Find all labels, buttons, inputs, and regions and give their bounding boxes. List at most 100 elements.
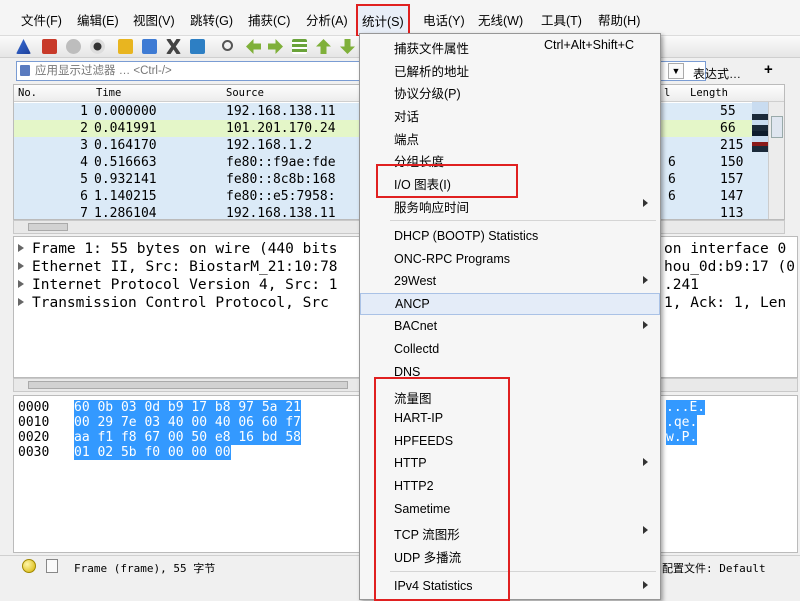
shark-fin-start-icon[interactable] [16, 39, 31, 54]
menu-telephony[interactable]: 电话(Y) [420, 9, 468, 30]
last-packet-icon[interactable] [340, 39, 355, 54]
detail-tcp[interactable]: Transmission Control Protocol, Src 1, Ack… [18, 295, 786, 311]
packet-cell-time: 0.041991 [94, 121, 157, 136]
statistics-dropdown-menu: 捕获文件属性 Ctrl+Alt+Shift+C 已解析的地址 协议分级(P) 对话… [359, 33, 661, 601]
packet-cell-time: 0.516663 [94, 155, 157, 170]
go-to-packet-icon[interactable] [292, 39, 307, 54]
menu-wireless[interactable]: 无线(W) [475, 9, 526, 30]
menu-item-collectd[interactable]: Collectd [360, 339, 660, 361]
col-header-protocol[interactable]: l [664, 87, 670, 99]
packet-cell-source: fe80::8c8b:168 [226, 172, 336, 187]
close-file-icon[interactable] [166, 39, 181, 54]
submenu-arrow-icon [643, 581, 648, 589]
packet-cell-no: 5 [80, 172, 88, 187]
reload-file-icon[interactable] [190, 39, 205, 54]
expert-info-icon[interactable] [22, 559, 36, 573]
find-packet-icon[interactable] [222, 40, 233, 51]
menu-item-sametime[interactable]: Sametime [360, 499, 660, 521]
packet-list-vscroll[interactable] [768, 102, 784, 219]
menu-item-onc-rpc-programs[interactable]: ONC-RPC Programs [360, 249, 660, 271]
restart-capture-icon[interactable] [66, 39, 81, 54]
add-filter-button[interactable]: + [764, 61, 773, 78]
menu-capture[interactable]: 捕获(C) [245, 9, 293, 30]
menu-item-packet-lengths[interactable]: 分组长度 [360, 148, 660, 170]
menu-item-hpfeeds[interactable]: HPFEEDS [360, 431, 660, 453]
packet-cell-length: 113 [720, 206, 744, 220]
expand-arrow-icon[interactable] [18, 244, 24, 252]
menu-item-io-graph[interactable]: I/O 图表(I) [360, 171, 660, 193]
packet-cell-length: 66 [720, 121, 736, 136]
menu-item-protocol-hierarchy[interactable]: 协议分级(P) [360, 80, 660, 102]
hex-row[interactable]: 0000 60 0b 03 0d b9 17 b8 97 5a 21 ...E. [18, 400, 706, 415]
detail-ip[interactable]: Internet Protocol Version 4, Src: 1.241 [18, 277, 699, 293]
packet-cell-time: 0.164170 [94, 138, 157, 153]
detail-frame[interactable]: Frame 1: 55 bytes on wire (440 bits on in… [18, 241, 786, 257]
packet-cell-length: 147 [720, 189, 744, 204]
submenu-arrow-icon [643, 199, 648, 207]
filter-dropdown-icon[interactable]: ▼ [668, 63, 684, 79]
hscroll-thumb[interactable] [28, 381, 348, 389]
hex-row[interactable]: 0030 01 02 5b f0 00 00 00 [18, 445, 231, 460]
menu-item-bacnet[interactable]: BACnet [360, 316, 660, 338]
menu-tools[interactable]: 工具(T) [538, 9, 585, 30]
packet-cell-no: 4 [80, 155, 88, 170]
col-header-time[interactable]: Time [96, 87, 121, 99]
expression-button[interactable]: 表达式… [693, 65, 741, 82]
hex-row[interactable]: 0020 aa f1 f8 67 00 50 e8 16 bd 58 w.P. [18, 430, 698, 445]
detail-ethernet[interactable]: Ethernet II, Src: BiostarM_21:10:78 hou_0… [18, 259, 795, 275]
menu-file[interactable]: 文件(F) [18, 9, 65, 30]
expand-arrow-icon[interactable] [18, 298, 24, 306]
open-file-icon[interactable] [118, 39, 133, 54]
packet-cell-proto-tail: 6 [668, 172, 676, 187]
hex-row[interactable]: 0010 00 29 7e 03 40 00 40 06 60 f7 .qe. [18, 415, 698, 430]
menu-item-conversations[interactable]: 对话 [360, 103, 660, 125]
submenu-arrow-icon [643, 458, 648, 466]
menu-item-service-response-time[interactable]: 服务响应时间 [360, 194, 660, 216]
packet-minimap [752, 102, 768, 219]
expand-arrow-icon[interactable] [18, 262, 24, 270]
vscroll-thumb[interactable] [771, 116, 783, 138]
menu-item-29west[interactable]: 29West [360, 271, 660, 293]
menu-item-http2[interactable]: HTTP2 [360, 476, 660, 498]
go-back-icon[interactable] [246, 39, 261, 54]
packet-cell-time: 1.286104 [94, 206, 157, 220]
menu-help[interactable]: 帮助(H) [595, 9, 643, 30]
packet-cell-no: 1 [80, 104, 88, 119]
menu-item-resolved-addresses[interactable]: 已解析的地址 [360, 58, 660, 80]
menu-item-capture-file-properties[interactable]: 捕获文件属性 Ctrl+Alt+Shift+C [360, 35, 660, 57]
menu-item-tcp-stream-graphs[interactable]: TCP 流图形 [360, 521, 660, 543]
expand-arrow-icon[interactable] [18, 280, 24, 288]
save-file-icon[interactable] [142, 39, 157, 54]
capture-options-icon[interactable] [90, 39, 105, 54]
menu-item-endpoints[interactable]: 端点 [360, 126, 660, 148]
edit-comment-icon[interactable] [46, 559, 58, 573]
menu-item-flow-graph[interactable]: 流量图 [360, 385, 660, 407]
packet-cell-proto-tail: 6 [668, 155, 676, 170]
menu-analyze[interactable]: 分析(A) [303, 9, 351, 30]
first-packet-icon[interactable] [316, 39, 331, 54]
menu-item-hart-ip[interactable]: HART-IP [360, 408, 660, 430]
bookmark-filter-icon[interactable] [20, 65, 30, 76]
go-forward-icon[interactable] [268, 39, 283, 54]
menu-edit[interactable]: 编辑(E) [74, 9, 122, 30]
hscroll-thumb[interactable] [28, 223, 68, 231]
col-header-length[interactable]: Length [690, 87, 728, 99]
packet-cell-time: 0.932141 [94, 172, 157, 187]
menu-item-http[interactable]: HTTP [360, 453, 660, 475]
menu-go[interactable]: 跳转(G) [187, 9, 236, 30]
menu-item-ancp[interactable]: ANCP [360, 293, 660, 315]
menu-item-dhcp-statistics[interactable]: DHCP (BOOTP) Statistics [360, 226, 660, 248]
packet-cell-time: 0.000000 [94, 104, 157, 119]
stop-capture-icon[interactable] [42, 39, 57, 54]
menu-item-dns[interactable]: DNS [360, 362, 660, 384]
menu-separator [390, 220, 656, 221]
col-header-no[interactable]: No. [18, 87, 37, 99]
menu-bar: 文件(F) 编辑(E) 视图(V) 跳转(G) 捕获(C) 分析(A) 统计(S… [0, 0, 800, 37]
menu-view[interactable]: 视图(V) [130, 9, 178, 30]
col-header-source[interactable]: Source [226, 87, 264, 99]
menu-item-ipv4-statistics[interactable]: IPv4 Statistics [360, 576, 660, 598]
status-profile[interactable]: 配置文件: Default [662, 560, 766, 576]
submenu-arrow-icon [643, 526, 648, 534]
menu-item-udp-multicast-streams[interactable]: UDP 多播流 [360, 544, 660, 566]
submenu-arrow-icon [643, 321, 648, 329]
